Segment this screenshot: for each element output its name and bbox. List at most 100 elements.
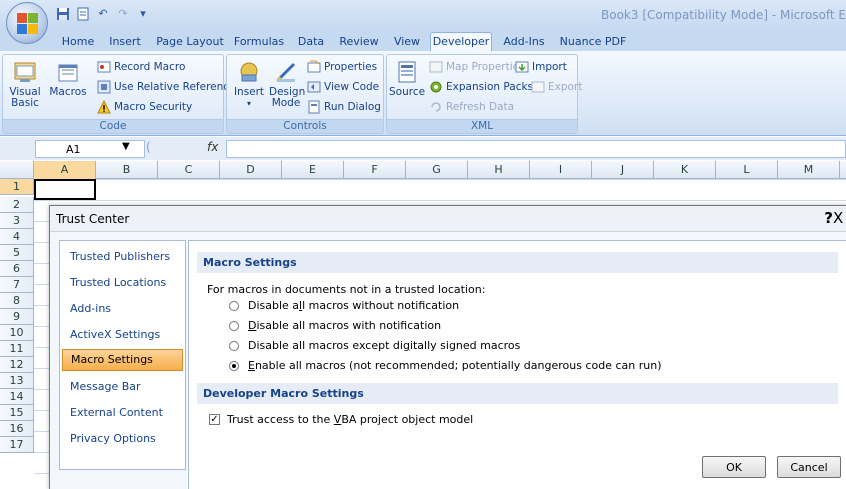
macro-security-button[interactable]: Macro Security <box>97 99 192 115</box>
record-macro-icon <box>97 60 111 74</box>
radio-disable-without-notification[interactable]: Disable all macros without notification <box>229 299 459 312</box>
radio-enable-all-macros[interactable]: Enable all macros (not recommended; pote… <box>229 359 661 372</box>
tab-review[interactable]: Review <box>336 33 382 51</box>
nav-item-external-content[interactable]: External Content <box>62 403 183 425</box>
view-code-button[interactable]: View Code <box>307 79 379 95</box>
column-header[interactable]: A <box>34 161 96 179</box>
row-header[interactable]: 15 <box>0 405 34 421</box>
row-header[interactable]: 2 <box>0 197 34 213</box>
row-header[interactable]: 14 <box>0 389 34 405</box>
tab-view[interactable]: View <box>390 33 424 51</box>
column-header[interactable]: K <box>654 161 716 179</box>
tab-insert[interactable]: Insert <box>104 33 146 51</box>
nav-item-privacy-options[interactable]: Privacy Options <box>62 429 183 451</box>
nav-item-message-bar[interactable]: Message Bar <box>62 377 183 399</box>
checkbox-checked-icon[interactable]: ✓ <box>209 414 220 425</box>
close-icon[interactable]: X <box>833 209 846 227</box>
tab-nuance-pdf[interactable]: Nuance PDF <box>558 33 628 51</box>
row-header[interactable]: 11 <box>0 341 34 357</box>
row-header[interactable]: 3 <box>0 213 34 229</box>
row-header[interactable]: 8 <box>0 293 34 309</box>
run-dialog-button[interactable]: Run Dialog <box>307 99 381 115</box>
row-header[interactable]: 9 <box>0 309 34 325</box>
insert-control-button[interactable]: Insert ▾ <box>231 59 267 109</box>
row-header[interactable]: 16 <box>0 421 34 437</box>
nav-item-trusted-publishers[interactable]: Trusted Publishers <box>62 247 183 269</box>
row-header[interactable]: 10 <box>0 325 34 341</box>
nav-item-macro-settings[interactable]: Macro Settings <box>62 349 183 371</box>
redo-icon[interactable]: ↷ <box>116 7 130 21</box>
refresh-data-button[interactable]: Refresh Data <box>429 99 514 115</box>
tab-page-layout[interactable]: Page Layout <box>154 33 226 51</box>
row-header[interactable]: 12 <box>0 357 34 373</box>
visual-basic-button[interactable]: Visual Basic <box>5 59 45 109</box>
properties-button[interactable]: Properties <box>307 59 377 75</box>
save-icon[interactable] <box>56 7 70 21</box>
select-all-corner[interactable] <box>0 161 34 179</box>
trust-vba-checkbox[interactable]: ✓ Trust access to the VBA project object… <box>209 413 473 426</box>
column-header[interactable]: C <box>158 161 220 179</box>
import-button[interactable]: Import <box>515 59 567 75</box>
row-header[interactable]: 13 <box>0 373 34 389</box>
radio-disable-except-signed[interactable]: Disable all macros except digitally sign… <box>229 339 520 352</box>
tab-formulas[interactable]: Formulas <box>232 33 286 51</box>
row-header[interactable]: 6 <box>0 261 34 277</box>
column-header[interactable]: B <box>96 161 158 179</box>
tab-developer[interactable]: Developer <box>430 32 492 52</box>
column-header[interactable]: F <box>344 161 406 179</box>
tab-home[interactable]: Home <box>58 33 98 51</box>
formula-input[interactable] <box>226 140 846 158</box>
controls-group: Insert ▾ Design Mode Properties View Cod… <box>226 54 384 134</box>
use-relative-references-button[interactable]: Use Relative References <box>97 79 241 95</box>
row-header[interactable]: 1 <box>0 179 34 195</box>
record-macro-button[interactable]: Record Macro <box>97 59 185 75</box>
column-header[interactable]: G <box>406 161 468 179</box>
help-icon[interactable]: ? <box>824 209 833 227</box>
radio-button-selected[interactable] <box>229 360 239 371</box>
nav-item-trusted-locations[interactable]: Trusted Locations <box>62 273 183 295</box>
insert-control-label: Insert <box>233 86 265 98</box>
active-cell[interactable] <box>34 179 96 200</box>
view-code-label: View Code <box>324 81 380 93</box>
macro-security-label: Macro Security <box>114 101 193 113</box>
row-header[interactable]: 17 <box>0 437 34 453</box>
column-header[interactable]: E <box>282 161 344 179</box>
chevron-down-icon[interactable]: ▼ <box>122 141 130 152</box>
radio-button[interactable] <box>229 320 239 331</box>
macros-button[interactable]: Macros <box>49 59 87 98</box>
cancel-button[interactable]: Cancel <box>777 456 841 478</box>
radio-button[interactable] <box>229 300 239 311</box>
export-button[interactable]: Export <box>531 79 582 95</box>
use-relative-references-label: Use Relative References <box>114 81 241 93</box>
nav-item-activex-settings[interactable]: ActiveX Settings <box>62 325 183 347</box>
column-header[interactable]: J <box>592 161 654 179</box>
row-header[interactable]: 7 <box>0 277 34 293</box>
source-button[interactable]: Source <box>389 59 425 98</box>
insert-function-icon[interactable]: fx <box>207 140 218 154</box>
row-header[interactable]: 5 <box>0 245 34 261</box>
column-header[interactable]: L <box>716 161 778 179</box>
ok-button[interactable]: OK <box>702 456 766 478</box>
xml-group-label: XML <box>387 119 577 133</box>
nav-item-add-ins[interactable]: Add-ins <box>62 299 183 321</box>
dropdown-icon[interactable]: ▾ <box>136 7 150 21</box>
visual-basic-icon <box>12 59 38 85</box>
sheet-icon[interactable] <box>76 7 90 21</box>
column-header[interactable]: I <box>530 161 592 179</box>
design-mode-button[interactable]: Design Mode <box>269 59 305 109</box>
radio-button[interactable] <box>229 340 239 351</box>
office-button[interactable] <box>6 2 48 44</box>
tab-add-ins[interactable]: Add-Ins <box>500 33 548 51</box>
column-header[interactable]: D <box>220 161 282 179</box>
column-header[interactable]: H <box>468 161 530 179</box>
radio-disable-with-notification[interactable]: Disable all macros with notification <box>229 319 441 332</box>
undo-icon[interactable]: ↶ <box>96 7 110 21</box>
export-icon <box>531 80 545 94</box>
row-header[interactable]: 4 <box>0 229 34 245</box>
tab-data[interactable]: Data <box>294 33 328 51</box>
expansion-packs-button[interactable]: Expansion Packs <box>429 79 533 95</box>
map-properties-button[interactable]: Map Properties <box>429 59 525 75</box>
ribbon: Visual Basic Macros Record Macro Use Rel… <box>0 51 846 136</box>
dialog-title: Trust Center <box>56 212 130 226</box>
column-header[interactable]: M <box>778 161 840 179</box>
